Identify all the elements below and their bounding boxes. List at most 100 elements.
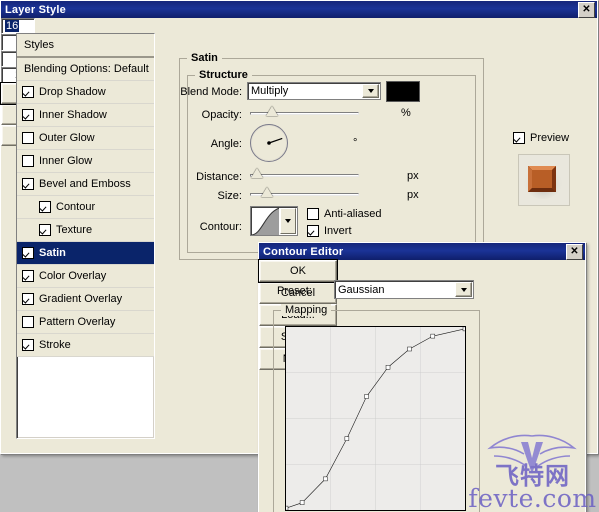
sidebar-item-label: Color Overlay [39, 270, 107, 282]
contour-ok-label: OK [290, 265, 306, 277]
checkbox-icon[interactable] [39, 201, 51, 213]
structure-group-title: Structure [195, 69, 252, 81]
size-slider-thumb[interactable] [260, 187, 273, 197]
preview-checkbox[interactable]: Preview [513, 132, 569, 144]
styles-header-label: Styles [24, 39, 54, 51]
sidebar-item-label: Outer Glow [39, 132, 95, 144]
angle-unit: ° [353, 137, 358, 149]
blend-color-swatch[interactable] [386, 81, 420, 102]
distance-slider-thumb[interactable] [250, 168, 263, 178]
sidebar-item-stroke[interactable]: Stroke [17, 334, 154, 357]
satin-group-title: Satin [187, 52, 222, 64]
checkbox-icon[interactable] [307, 225, 319, 237]
sidebar-item-bevel-and-emboss[interactable]: Bevel and Emboss [17, 173, 154, 196]
sidebar-item-drop-shadow[interactable]: Drop Shadow [17, 81, 154, 104]
sidebar-item-color-overlay[interactable]: Color Overlay [17, 265, 154, 288]
sidebar-item-blending-options[interactable]: Blending Options: Default [17, 58, 154, 81]
anti-aliased-checkbox[interactable]: Anti-aliased [307, 208, 381, 220]
blend-mode-label: Blend Mode: [180, 86, 242, 98]
sidebar-item-gradient-overlay[interactable]: Gradient Overlay [17, 288, 154, 311]
checkbox-icon[interactable] [22, 132, 34, 144]
checkbox-icon[interactable] [22, 316, 34, 328]
preview-swatch-icon [519, 155, 567, 203]
anti-aliased-label: Anti-aliased [324, 208, 382, 220]
checkbox-icon[interactable] [22, 178, 34, 190]
opacity-input[interactable]: 16 [1, 18, 35, 34]
distance-label: Distance: [196, 171, 242, 183]
graph-gridlines [286, 327, 465, 510]
preset-value: Gaussian [338, 283, 385, 296]
checkbox-icon[interactable] [22, 339, 34, 351]
sidebar-item-satin[interactable]: Satin [17, 242, 154, 265]
opacity-slider-thumb[interactable] [265, 106, 278, 116]
screen: Layer Style ✕ Styles Blending Options: D… [0, 0, 599, 512]
styles-listbox[interactable]: Styles Blending Options: Default Drop Sh… [16, 33, 155, 439]
opacity-unit: % [401, 107, 411, 119]
checkbox-icon[interactable] [22, 155, 34, 167]
close-icon[interactable]: ✕ [566, 243, 583, 260]
sidebar-item-label: Inner Shadow [39, 109, 107, 121]
opacity-label: Opacity: [201, 109, 242, 121]
checkbox-icon[interactable] [22, 109, 34, 121]
checkbox-icon[interactable] [22, 293, 34, 305]
sidebar-item-label: Texture [56, 224, 93, 236]
chevron-down-icon[interactable] [455, 282, 472, 297]
layer-style-title: Layer Style [5, 3, 66, 16]
close-icon[interactable]: ✕ [578, 1, 595, 18]
sidebar-item-contour[interactable]: Contour [17, 196, 154, 219]
distance-unit: px [407, 170, 419, 182]
sidebar-item-label: Inner Glow [39, 155, 93, 167]
sidebar-item-inner-glow[interactable]: Inner Glow [17, 150, 154, 173]
sidebar-item-texture[interactable]: Texture [17, 219, 154, 242]
contour-label: Contour: [199, 221, 242, 233]
sidebar-item-label: Gradient Overlay [39, 293, 123, 305]
preview-label: Preview [530, 132, 570, 144]
contour-editor-title: Contour Editor [263, 245, 344, 258]
contour-editor-dialog: Contour Editor ✕ Preset: Gaussian Mappin… [258, 242, 586, 512]
contour-curve-graph[interactable] [285, 326, 466, 511]
sidebar-item-outer-glow[interactable]: Outer Glow [17, 127, 154, 150]
contour-preset-select[interactable] [250, 206, 298, 236]
sidebar-item-pattern-overlay[interactable]: Pattern Overlay [17, 311, 154, 334]
sidebar-item-label: Pattern Overlay [39, 316, 116, 328]
style-preview-thumbnail [518, 154, 570, 206]
size-slider[interactable] [250, 187, 359, 201]
layer-style-titlebar[interactable]: Layer Style ✕ [1, 1, 597, 18]
angle-label: Angle: [210, 138, 242, 150]
sidebar-item-label: Blending Options: Default [24, 63, 149, 75]
sidebar-item-label: Satin [39, 247, 66, 259]
preset-select[interactable]: Gaussian [334, 280, 474, 299]
contour-editor-titlebar[interactable]: Contour Editor ✕ [259, 243, 585, 260]
checkbox-icon[interactable] [22, 247, 34, 259]
size-label: Size: [217, 190, 242, 202]
chevron-down-icon[interactable] [280, 208, 296, 234]
checkbox-icon[interactable] [513, 132, 525, 144]
blend-mode-select[interactable]: Multiply [247, 82, 381, 100]
checkbox-icon[interactable] [22, 270, 34, 282]
sidebar-item-label: Stroke [39, 339, 71, 351]
sidebar-item-inner-shadow[interactable]: Inner Shadow [17, 104, 154, 127]
preset-label: Preset: [277, 285, 312, 297]
sidebar-item-label: Drop Shadow [39, 86, 106, 98]
size-unit: px [407, 189, 419, 201]
distance-slider-track [250, 174, 359, 177]
distance-slider[interactable] [250, 168, 359, 182]
angle-dial[interactable] [250, 124, 288, 162]
sidebar-item-label: Bevel and Emboss [39, 178, 131, 190]
invert-label: Invert [324, 225, 352, 237]
contour-curve-plot[interactable] [286, 327, 465, 510]
checkbox-icon[interactable] [22, 86, 34, 98]
checkbox-icon[interactable] [39, 224, 51, 236]
contour-ok-button[interactable]: OK [258, 259, 338, 283]
styles-list-header: Styles [17, 34, 154, 58]
opacity-value: 16 [5, 20, 20, 32]
opacity-slider[interactable] [250, 106, 359, 120]
sidebar-item-label: Contour [56, 201, 96, 213]
angle-dial-needle-icon [267, 137, 283, 145]
contour-curve-icon [251, 207, 279, 235]
mapping-group-title: Mapping [281, 304, 332, 316]
contour-editor-body: Preset: Gaussian Mapping OK Cancel [258, 259, 585, 512]
checkbox-icon[interactable] [307, 208, 319, 220]
chevron-down-icon[interactable] [362, 84, 379, 98]
invert-checkbox[interactable]: Invert [307, 225, 352, 237]
